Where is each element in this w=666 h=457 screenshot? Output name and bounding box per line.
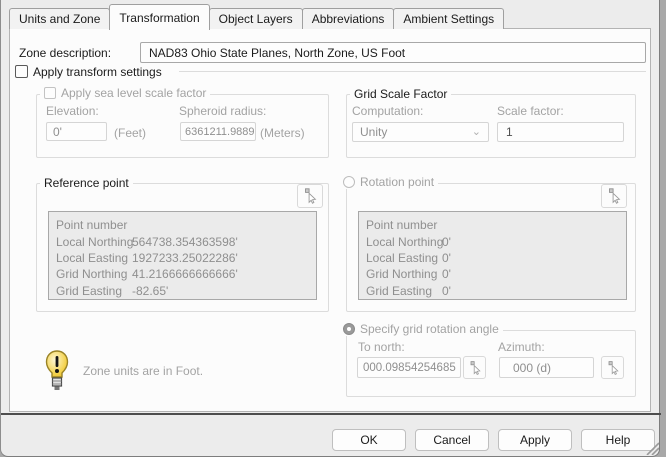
sea-level-group-title: Apply sea level scale factor [40,86,211,100]
spheroid-unit-label: (Meters) [260,126,305,140]
tab-object-layers[interactable]: Object Layers [208,8,303,29]
cancel-button[interactable]: Cancel [415,429,489,451]
row-label: Local Easting [366,250,439,265]
table-row: Local Northing 0' [359,233,626,249]
rotation-angle-title-label: Specify grid rotation angle [360,322,499,336]
row-value: -82.65' [132,283,169,298]
zone-units-note: Zone units are in Foot. [83,364,204,378]
to-north-field[interactable]: 000.09854254685 [357,357,461,378]
reference-point-group-title: Reference point [40,176,133,190]
azimuth-value: 000 (d) [513,360,552,375]
dialog-window: Units and Zone Transformation Object Lay… [0,0,661,457]
spheroid-radius-value: 6361211.9889 [185,125,255,138]
row-value: 0' [442,283,451,298]
table-row: Local Easting 1927233.25022286' [49,250,316,266]
reference-point-table: Point number Local Northing 564738.354363… [48,211,317,300]
bottom-separator [1,413,661,415]
lightbulb-alert-icon [45,350,69,390]
to-north-label: To north: [358,340,405,354]
zone-description-value: NAD83 Ohio State Planes, North Zone, US … [149,45,406,60]
row-value: 0' [442,250,451,265]
apply-transform-label: Apply transform settings [33,65,162,79]
to-north-value: 000.09854254685 [363,361,456,374]
spheroid-radius-label: Spheroid radius: [179,104,267,118]
table-row: Grid Northing 41.2166666666666' [49,266,316,282]
scale-factor-field[interactable]: 1 [497,122,624,142]
row-label: Local Northing [366,234,444,249]
tab-transformation[interactable]: Transformation [109,4,210,30]
row-value: 564738.354363598' [132,234,238,249]
computation-dropdown[interactable]: Unity ⌄ [352,122,489,142]
rotation-point-pick-button[interactable] [601,184,627,208]
spheroid-radius-field[interactable]: 6361211.9889 [180,122,256,141]
pick-cursor-icon [608,360,619,375]
row-value: 1927233.25022286' [132,250,238,265]
elevation-value: 0' [53,124,62,139]
tab-ambient-settings[interactable]: Ambient Settings [393,8,505,29]
rotation-point-table: Point number Local Northing 0' Local East… [358,211,627,300]
scale-factor-label: Scale factor: [497,104,564,118]
azimuth-field[interactable]: 000 (d) [499,357,594,378]
computation-label: Computation: [352,104,424,118]
table-row: Grid Easting -82.65' [49,283,316,299]
tab-units-and-zone[interactable]: Units and Zone [9,8,111,29]
row-value: 0' [442,234,451,249]
tab-abbreviations[interactable]: Abbreviations [301,8,395,29]
tab-bar: Units and Zone Transformation Object Lay… [9,4,505,30]
row-value: 41.2166666666666' [132,267,238,282]
tab-label: Abbreviations [311,12,385,26]
rotation-point-title-label: Rotation point [360,175,435,189]
pick-cursor-icon [305,188,317,204]
row-label: Grid Easting [366,283,433,298]
rotation-angle-radio[interactable] [343,323,355,335]
row-label: Local Northing [56,234,134,249]
elevation-unit-label: (Feet) [114,126,147,140]
table-row: Grid Easting 0' [359,283,626,299]
rotation-angle-group-title: Specify grid rotation angle [339,322,503,336]
sea-level-checkbox[interactable] [44,87,56,99]
table-row: Point number [49,217,316,233]
rotation-point-group-title: Rotation point [339,175,439,189]
pick-cursor-icon [609,188,621,204]
sea-level-title-label: Apply sea level scale factor [61,86,207,100]
reference-point-pick-button[interactable] [297,184,323,208]
rotation-point-radio[interactable] [343,176,355,188]
tab-label: Ambient Settings [403,12,495,26]
row-label: Local Easting [56,250,129,265]
tab-label: Object Layers [218,12,293,26]
grid-scale-group-title: Grid Scale Factor [350,87,452,101]
apply-transform-checkbox[interactable] [15,65,28,78]
computation-value: Unity [360,125,388,139]
scale-factor-value: 1 [506,125,513,139]
reference-point-title-label: Reference point [44,176,129,190]
tab-label: Units and Zone [19,12,101,26]
table-row: Local Easting 0' [359,250,626,266]
pick-cursor-icon [470,360,481,375]
azimuth-pick-button[interactable] [601,356,624,379]
azimuth-label: Azimuth: [498,340,545,354]
row-label: Point number [366,218,438,233]
ok-button[interactable]: OK [332,429,406,451]
elevation-label: Elevation: [46,104,99,118]
row-label: Grid Northing [366,267,438,282]
table-row: Grid Northing 0' [359,266,626,282]
row-label: Grid Easting [56,283,123,298]
group-divider [179,71,646,72]
elevation-field[interactable]: 0' [46,122,107,141]
row-value: 0' [442,267,451,282]
table-row: Point number [359,217,626,233]
grid-scale-title-label: Grid Scale Factor [354,87,448,101]
zone-description-field[interactable]: NAD83 Ohio State Planes, North Zone, US … [140,42,646,63]
apply-button[interactable]: Apply [498,429,572,451]
row-label: Point number [56,218,128,233]
table-row: Local Northing 564738.354363598' [49,233,316,249]
zone-description-label: Zone description: [19,46,112,60]
to-north-pick-button[interactable] [463,356,486,379]
row-label: Grid Northing [56,267,128,282]
chevron-down-icon: ⌄ [471,126,481,138]
tab-label: Transformation [119,10,200,25]
resize-grip-icon[interactable] [643,440,659,455]
